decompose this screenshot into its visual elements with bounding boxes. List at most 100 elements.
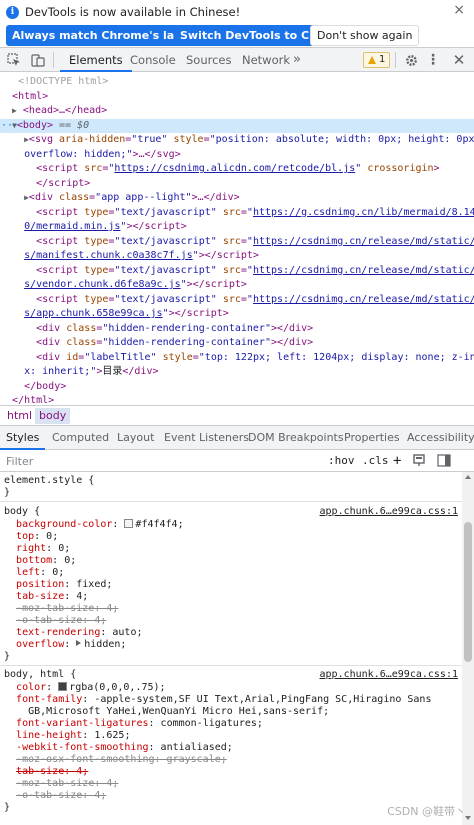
decl-bottom[interactable]: bottom: 0; bbox=[4, 555, 460, 567]
rule-divider bbox=[0, 665, 462, 666]
decl-moz-font-smoothing[interactable]: -moz-osx-font-smoothing: grayscale; bbox=[4, 754, 460, 766]
decl-font-variant-ligatures[interactable]: font-variant-ligatures: common-ligatures… bbox=[4, 718, 460, 730]
decl-o-tab-size-2[interactable]: -o-tab-size: 4; bbox=[4, 790, 460, 802]
styles-scrollbar[interactable] bbox=[462, 472, 474, 825]
watermark: CSDN @鞋带丶 bbox=[387, 805, 466, 818]
breadcrumb-html[interactable]: html bbox=[3, 408, 36, 424]
decl-moz-tab-size[interactable]: -moz-tab-size: 4; bbox=[4, 603, 460, 615]
tree-line-script-mermaid[interactable]: <script type="text/javascript" src="http… bbox=[0, 206, 474, 221]
tree-line-script-mermaid-cont: 0/mermaid.min.js"></script> bbox=[24, 221, 187, 232]
decl-webkit-font-smoothing[interactable]: -webkit-font-smoothing: antialiased; bbox=[4, 742, 460, 754]
expand-triangle-icon[interactable]: ▶ bbox=[12, 106, 17, 115]
tree-line-html-close[interactable]: </html> bbox=[0, 394, 474, 405]
body-rule-source-link[interactable]: app.chunk.6…e99ca.css:1 bbox=[320, 506, 458, 518]
issues-badge[interactable]: 1 bbox=[363, 52, 391, 68]
decl-moz-tab-size-2[interactable]: -moz-tab-size: 4; bbox=[4, 778, 460, 790]
tab-styles[interactable]: Styles bbox=[0, 426, 46, 450]
tab-dom-breakpoints[interactable]: DOM Breakpoints bbox=[248, 426, 344, 450]
tab-sources[interactable]: Sources bbox=[186, 48, 232, 72]
tree-line-head[interactable]: ▶ <head>…</head> bbox=[0, 104, 474, 119]
tree-line-doctype[interactable]: <!DOCTYPE html> bbox=[0, 75, 474, 90]
scrollbar-thumb[interactable] bbox=[464, 522, 472, 662]
decl-overflow[interactable]: overflow: hidden; bbox=[4, 639, 460, 651]
tree-line-html[interactable]: <html> bbox=[0, 90, 474, 105]
rule-divider bbox=[0, 501, 462, 502]
more-tabs-icon[interactable]: » bbox=[293, 48, 301, 72]
body-rule-selector[interactable]: body {app.chunk.6…e99ca.css:1 bbox=[4, 506, 460, 518]
scroll-up-arrow-icon[interactable] bbox=[465, 475, 471, 479]
body-html-rule-source-link[interactable]: app.chunk.6…e99ca.css:1 bbox=[320, 669, 458, 681]
decl-font-family[interactable]: font-family: -apple-system,SF UI Text,Ar… bbox=[4, 694, 460, 706]
language-infobar: i DevTools is now available in Chinese! … bbox=[0, 0, 474, 48]
rule-close: } bbox=[4, 651, 11, 662]
tree-line-script-bl-close: </script> bbox=[36, 177, 91, 189]
close-icon[interactable]: × bbox=[453, 2, 465, 18]
tab-properties[interactable]: Properties bbox=[344, 426, 400, 450]
tab-network[interactable]: Network bbox=[242, 48, 290, 72]
body-html-rule-selector[interactable]: body, html {app.chunk.6…e99ca.css:1 bbox=[4, 669, 460, 681]
styles-filter-input[interactable] bbox=[6, 453, 306, 469]
tab-console[interactable]: Console bbox=[130, 48, 176, 72]
decl-tab-size-strike[interactable]: tab-size: 4; bbox=[4, 766, 460, 778]
infobar-message-row: i DevTools is now available in Chinese! bbox=[6, 4, 240, 20]
tab-elements[interactable]: Elements bbox=[60, 48, 132, 72]
tree-line-script-app[interactable]: <script type="text/javascript" src="http… bbox=[0, 293, 474, 308]
toggle-sidebar-icon[interactable] bbox=[437, 454, 451, 470]
rule-close: } bbox=[4, 487, 11, 498]
tree-line-hidden-container-2[interactable]: <div class="hidden-rendering-container">… bbox=[0, 336, 474, 351]
infobar-message: DevTools is now available in Chinese! bbox=[25, 5, 241, 19]
element-style-selector[interactable]: element.style { bbox=[4, 475, 460, 487]
computed-styles-icon[interactable] bbox=[413, 454, 427, 470]
dom-tree: <!DOCTYPE html> <html> ▶ <head>…</head> … bbox=[0, 73, 474, 405]
tab-computed[interactable]: Computed bbox=[52, 426, 109, 450]
tree-line-div-app[interactable]: ▶<div class="app app--light">…</div> bbox=[0, 191, 474, 206]
tab-event-listeners[interactable]: Event Listeners bbox=[164, 426, 249, 450]
dont-show-again-button[interactable]: Don't show again bbox=[310, 25, 420, 46]
tree-line-label-title[interactable]: <div id="labelTitle" style="top: 122px; … bbox=[0, 351, 474, 366]
decl-right[interactable]: right: 0; bbox=[4, 543, 460, 555]
decl-o-tab-size[interactable]: -o-tab-size: 4; bbox=[4, 615, 460, 627]
decl-line-height[interactable]: line-height: 1.625; bbox=[4, 730, 460, 742]
class-toggle[interactable]: .cls bbox=[362, 453, 389, 469]
tab-accessibility[interactable]: Accessibility bbox=[407, 426, 474, 450]
color-swatch[interactable] bbox=[58, 682, 68, 691]
device-toolbar-icon[interactable] bbox=[28, 48, 48, 72]
tree-line-script-vendor-cont: s/vendor.chunk.d6fe8a9c.js"></script> bbox=[24, 279, 247, 290]
tree-line-script-manifest[interactable]: <script type="text/javascript" src="http… bbox=[0, 235, 474, 250]
info-icon: i bbox=[6, 5, 19, 19]
new-style-rule-button[interactable]: + bbox=[393, 453, 401, 469]
color-swatch[interactable] bbox=[124, 519, 134, 528]
tree-line-script-vendor[interactable]: <script type="text/javascript" src="http… bbox=[0, 264, 474, 279]
decl-left[interactable]: left: 0; bbox=[4, 567, 460, 579]
toolbar-divider bbox=[53, 52, 54, 68]
tree-line-svg[interactable]: ▶<svg aria-hidden="true" style="position… bbox=[0, 133, 474, 148]
decl-font-family-cont: GB,Microsoft YaHei,WenQuanYi Micro Hei,s… bbox=[28, 706, 330, 717]
warning-icon bbox=[368, 56, 376, 64]
decl-tab-size[interactable]: tab-size: 4; bbox=[4, 591, 460, 603]
tree-line-body-close[interactable]: </body> bbox=[0, 380, 474, 395]
styles-filter-bar: :hov .cls + bbox=[0, 450, 474, 472]
toolbar-divider bbox=[395, 52, 396, 68]
sidebar-tabs: Styles Computed Layout Event Listeners D… bbox=[0, 426, 474, 450]
kebab-menu-icon[interactable]: ⋮ bbox=[426, 48, 440, 72]
hover-state-toggle[interactable]: :hov bbox=[328, 453, 355, 469]
inspect-element-icon[interactable] bbox=[4, 48, 24, 72]
tree-line-svg-cont: overflow: hidden;">…</svg> bbox=[24, 148, 181, 160]
settings-gear-icon[interactable] bbox=[402, 48, 420, 72]
decl-color[interactable]: color: rgba(0,0,0,.75); bbox=[4, 682, 460, 694]
tree-line-script-app-cont: s/app.chunk.658e99ca.js"></script> bbox=[24, 308, 229, 319]
main-toolbar: Elements Console Sources Network » 1 ⋮ ✕ bbox=[0, 48, 474, 72]
tree-line-body-selected[interactable]: ··· ▼<body> == $0 bbox=[0, 118, 474, 134]
expand-shorthand-icon[interactable] bbox=[76, 640, 82, 646]
decl-text-rendering[interactable]: text-rendering: auto; bbox=[4, 627, 460, 639]
decl-background-color[interactable]: background-color: #f4f4f4; bbox=[4, 519, 460, 531]
close-devtools-icon[interactable]: ✕ bbox=[451, 48, 467, 72]
decl-position[interactable]: position: fixed; bbox=[4, 579, 460, 591]
styles-pane: element.style { } body {app.chunk.6…e99c… bbox=[0, 472, 462, 825]
tab-layout[interactable]: Layout bbox=[117, 426, 154, 450]
tree-line-hidden-container-1[interactable]: <div class="hidden-rendering-container">… bbox=[0, 322, 474, 337]
breadcrumb-body[interactable]: body bbox=[35, 408, 71, 424]
tree-line-script-bl[interactable]: <script src="https://csdnimg.alicdn.com/… bbox=[0, 162, 474, 177]
decl-top[interactable]: top: 0; bbox=[4, 531, 460, 543]
ellipsis-icon[interactable]: ··· bbox=[1, 119, 19, 134]
